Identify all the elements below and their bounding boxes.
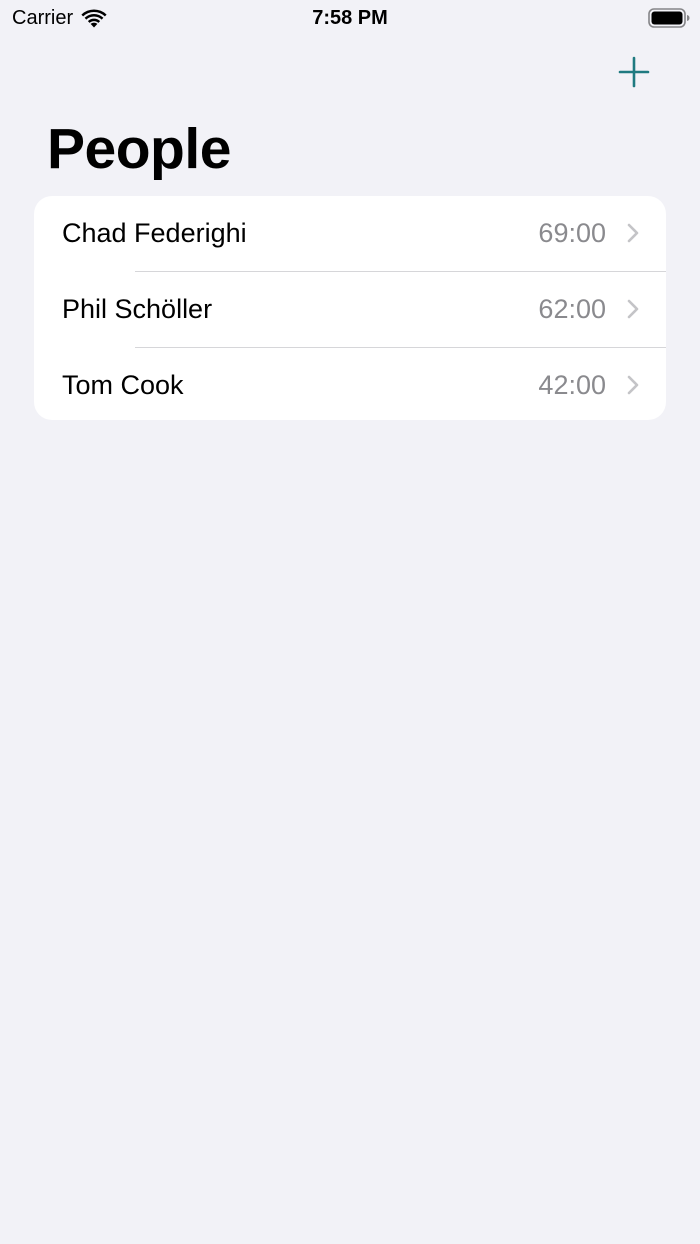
person-name: Phil Schöller [62,294,213,324]
plus-icon [618,56,650,88]
page-title: People [47,117,231,181]
add-person-button[interactable] [612,50,656,94]
person-time: 42:00 [538,370,606,400]
list-item-person[interactable]: Chad Federighi 69:00 [34,196,666,271]
list-item-person[interactable]: Phil Schöller 62:00 [34,272,666,347]
battery-icon [648,8,690,28]
person-name: Tom Cook [62,370,184,400]
chevron-right-icon [627,375,639,395]
list-item-person[interactable]: Tom Cook 42:00 [34,348,666,420]
chevron-right-icon [627,299,639,319]
person-time: 62:00 [538,294,606,324]
status-time: 7:58 PM [312,7,388,29]
person-name: Chad Federighi [62,218,247,248]
status-bar: Carrier 7:58 PM [0,0,700,36]
people-list: Chad Federighi 69:00 Phil Schöller 62:00… [34,196,666,420]
chevron-right-icon [627,223,639,243]
person-time: 69:00 [538,218,606,248]
